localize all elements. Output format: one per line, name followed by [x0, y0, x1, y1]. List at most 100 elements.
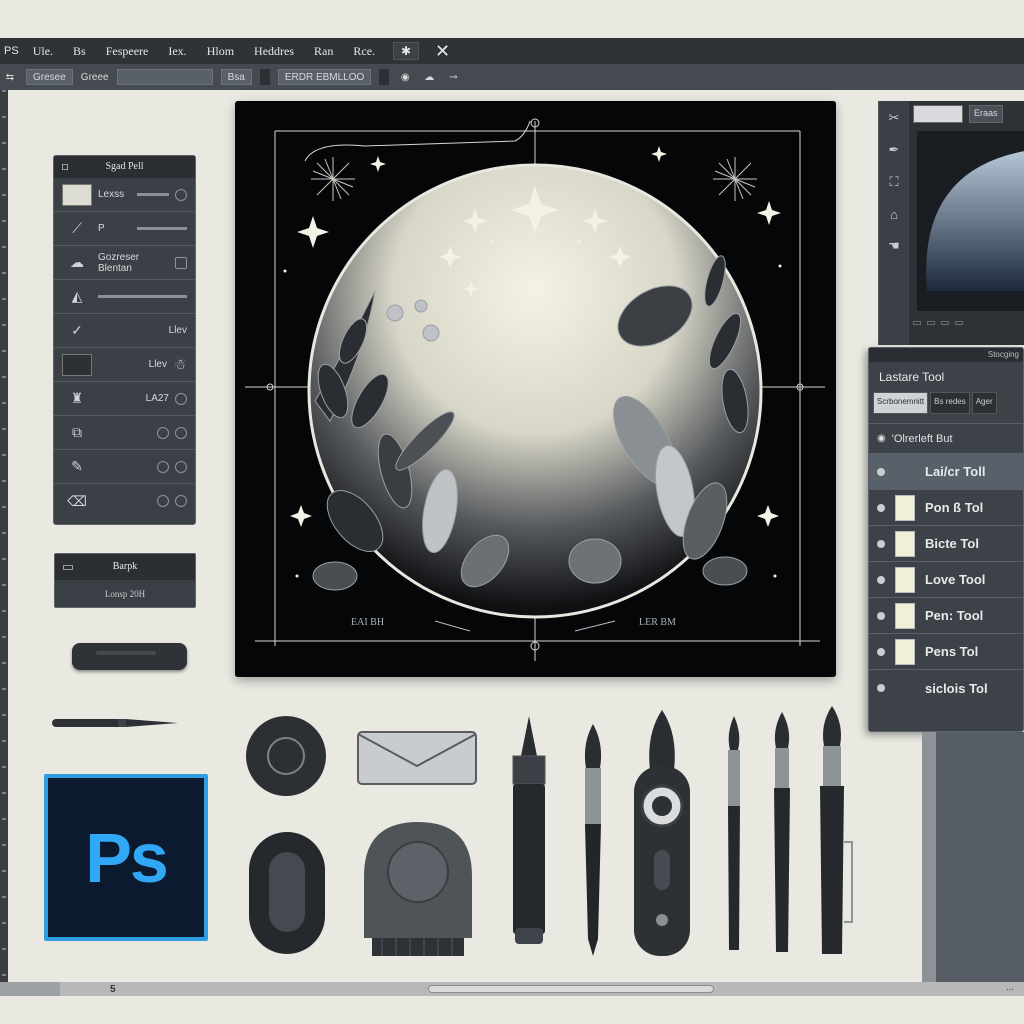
left-panel-row[interactable]: Llev ☃: [54, 348, 195, 382]
horizontal-scrollbar[interactable]: [427, 985, 714, 993]
tab-paths[interactable]: Ager: [971, 392, 997, 414]
menu-item[interactable]: Ule.: [23, 44, 63, 59]
layer-row[interactable]: Pon ß Tol: [869, 490, 1023, 526]
tab-channels[interactable]: Bs redes: [930, 392, 970, 414]
color-swatch[interactable]: [62, 183, 92, 206]
radio-icon[interactable]: [157, 426, 169, 439]
app-mini-logo[interactable]: PS: [0, 45, 23, 57]
left-panel-row[interactable]: ✎: [54, 450, 195, 484]
left-panel-row[interactable]: ✓ Llev: [54, 314, 195, 348]
slider-track[interactable]: [136, 193, 169, 196]
cloud-icon: ☁: [70, 254, 84, 270]
check-icon: ✓: [71, 322, 83, 338]
option-button[interactable]: Gresee: [26, 69, 73, 85]
left-toolbar-strip: [0, 90, 8, 990]
stamp-icon[interactable]: ⌂: [883, 203, 905, 225]
zoom-field[interactable]: [913, 321, 921, 325]
layers-option-row[interactable]: ◉ 'Olrerleft But: [869, 424, 1023, 454]
scrollbar-track[interactable]: [922, 732, 936, 982]
link-icon[interactable]: ⊸: [445, 69, 461, 85]
artboard-canvas[interactable]: EAI BH LER BM: [235, 101, 836, 677]
mouse-icon: [249, 832, 325, 954]
options-bar: ⇆ Gresee Greee Bsa ERDR EBMLLOO ◉ ☁ ⊸: [0, 64, 1024, 90]
zoom-field[interactable]: [941, 321, 949, 325]
layers-panel-title: Lastare Tool: [879, 370, 945, 384]
visibility-icon[interactable]: [877, 467, 885, 476]
option-button[interactable]: Bsa: [220, 69, 252, 85]
visibility-icon[interactable]: [877, 575, 885, 584]
circle-icon[interactable]: ◉: [397, 69, 413, 85]
radio-icon[interactable]: [175, 392, 187, 405]
layers-panel: Stocging Lastare Tool Scrbonemnitt Bs re…: [868, 347, 1024, 732]
panel-collapse-icon[interactable]: [62, 164, 68, 170]
cloud-icon[interactable]: ☁: [421, 69, 437, 85]
visibility-icon[interactable]: [877, 647, 885, 656]
dropdown-arrow-icon[interactable]: [259, 69, 270, 85]
layer-row[interactable]: Bicte Tol: [869, 526, 1023, 562]
status-zoom[interactable]: [0, 982, 60, 996]
menu-item[interactable]: Iex.: [158, 44, 196, 59]
option-button[interactable]: ERDR EBMLLOO: [277, 69, 372, 85]
slider-track[interactable]: [137, 227, 187, 230]
gear-icon[interactable]: ✱: [393, 42, 420, 60]
zoom-field[interactable]: [955, 321, 963, 325]
barpk-widget[interactable]: Barpk Lonsp 20H: [54, 553, 196, 608]
pen-icon[interactable]: ✒: [883, 139, 905, 161]
layer-row[interactable]: Lai/cr Toll: [869, 454, 1023, 490]
barpk-subtitle: Lonsp 20H: [104, 589, 146, 599]
radio-icon[interactable]: [157, 460, 169, 473]
envelope-icon: [357, 731, 477, 785]
pill-button[interactable]: [72, 643, 187, 670]
layer-row[interactable]: siclois Tol: [869, 670, 1023, 706]
crop-icon[interactable]: ✂: [883, 107, 905, 129]
visibility-icon[interactable]: [877, 503, 885, 512]
layer-thumbnail: [895, 566, 915, 593]
left-panel-row[interactable]: ⌫: [54, 484, 195, 518]
navigator-preview[interactable]: [917, 131, 1024, 311]
color-swatch-dark[interactable]: [62, 353, 92, 376]
menu-item[interactable]: Heddres: [244, 44, 304, 59]
visibility-icon[interactable]: [877, 684, 885, 692]
caption-left: EAI BH: [351, 617, 385, 628]
pen-tool-icon: [52, 719, 178, 727]
menu-item[interactable]: Fespeere: [96, 44, 159, 59]
tab-navigator[interactable]: [913, 105, 963, 123]
move-tool-icon[interactable]: ⇆: [2, 69, 18, 85]
close-icon[interactable]: ✕: [435, 41, 450, 62]
slider-track[interactable]: [98, 295, 187, 298]
radio-icon[interactable]: [175, 460, 187, 473]
hand-icon[interactable]: ☚: [883, 235, 905, 257]
tab-eraas[interactable]: Eraas: [969, 105, 1003, 123]
visibility-icon[interactable]: [877, 539, 885, 548]
left-panel-row[interactable]: ♜ LA27: [54, 382, 195, 416]
radio-icon[interactable]: [175, 426, 187, 439]
left-panel-row[interactable]: ⟋ P: [54, 212, 195, 246]
preview-image: [917, 131, 1024, 311]
square-icon[interactable]: [175, 256, 187, 269]
resize-grip-icon[interactable]: ⋯: [1006, 985, 1024, 994]
visibility-icon[interactable]: [877, 611, 885, 620]
visibility-icon[interactable]: ◉: [877, 433, 886, 444]
menu-item[interactable]: Ran: [304, 44, 343, 59]
tab-layers[interactable]: Scrbonemnitt: [873, 392, 929, 414]
layers-panel-header: Stocging: [869, 348, 1023, 362]
menu-item[interactable]: Rce.: [343, 44, 385, 59]
bucket-icon[interactable]: ⛶: [883, 171, 905, 193]
menu-item[interactable]: Hlom: [197, 44, 244, 59]
radio-icon[interactable]: [175, 188, 187, 201]
left-panel-row[interactable]: ☁ Gozreser Blentan: [54, 246, 195, 280]
layer-row[interactable]: Pens Tol: [869, 634, 1023, 670]
layer-thumbnail: [895, 675, 915, 701]
option-field[interactable]: [116, 69, 213, 85]
layer-row[interactable]: Pen: Tool: [869, 598, 1023, 634]
left-panel-row[interactable]: ⧉: [54, 416, 195, 450]
layer-row[interactable]: Love Tool: [869, 562, 1023, 598]
zoom-field[interactable]: [927, 321, 935, 325]
round-button-icon: [246, 716, 326, 796]
left-panel-row[interactable]: ◭: [54, 280, 195, 314]
dropdown-arrow-icon[interactable]: [379, 69, 390, 85]
radio-icon[interactable]: [157, 495, 169, 507]
menu-item[interactable]: Bs: [63, 44, 96, 59]
radio-icon[interactable]: [175, 495, 187, 507]
left-panel-row[interactable]: Lexss: [54, 178, 195, 212]
